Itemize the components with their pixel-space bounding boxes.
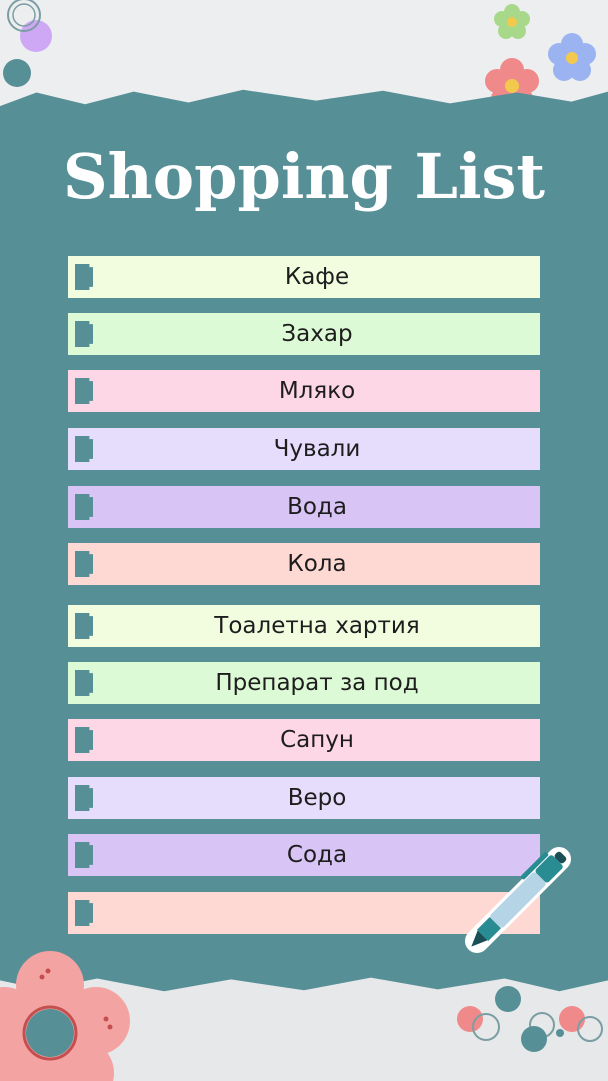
checkbox-tab-icon[interactable] — [75, 551, 93, 577]
checkbox-tab-icon[interactable] — [75, 378, 93, 404]
list-item[interactable]: Кола — [68, 543, 540, 585]
list-item[interactable]: Препарат за под — [68, 662, 540, 704]
checkbox-tab-icon[interactable] — [75, 670, 93, 696]
list-item-label: Препарат за под — [215, 670, 419, 696]
page-title: Shopping List — [62, 140, 546, 213]
checkbox-tab-icon[interactable] — [75, 900, 93, 926]
list-item[interactable]: Веро — [68, 777, 540, 819]
list-item[interactable]: Мляко — [68, 370, 540, 412]
list-item-label: Тоалетна хартия — [214, 613, 420, 639]
list-item-label: Чували — [273, 436, 361, 462]
checkbox-tab-icon[interactable] — [75, 321, 93, 347]
list-item-label: Сапун — [280, 727, 354, 753]
checkbox-tab-icon[interactable] — [75, 264, 93, 290]
list-item-label: Захар — [281, 321, 353, 347]
list-item-label: Кафе — [284, 264, 350, 290]
pen-icon — [464, 846, 572, 954]
list-item-label: Веро — [287, 785, 347, 811]
list-item[interactable]: Тоалетна хартия — [68, 605, 540, 647]
checkbox-tab-icon[interactable] — [75, 613, 93, 639]
list-item[interactable]: Вода — [68, 486, 540, 528]
list-item[interactable]: Кафе — [68, 256, 540, 298]
list-item-label: Мляко — [278, 378, 356, 404]
checkbox-tab-icon[interactable] — [75, 785, 93, 811]
list-item[interactable]: Чували — [68, 428, 540, 470]
checkbox-tab-icon[interactable] — [75, 842, 93, 868]
list-item[interactable]: Захар — [68, 313, 540, 355]
list-item[interactable]: Сапун — [68, 719, 540, 761]
list-item-label: Кола — [287, 551, 347, 577]
flower-icon — [0, 951, 130, 1081]
checkbox-tab-icon[interactable] — [75, 727, 93, 753]
circle-icon — [457, 986, 603, 1052]
checkbox-tab-icon[interactable] — [75, 494, 93, 520]
checkbox-tab-icon[interactable] — [75, 436, 93, 462]
list-item-label: Вода — [287, 494, 347, 520]
